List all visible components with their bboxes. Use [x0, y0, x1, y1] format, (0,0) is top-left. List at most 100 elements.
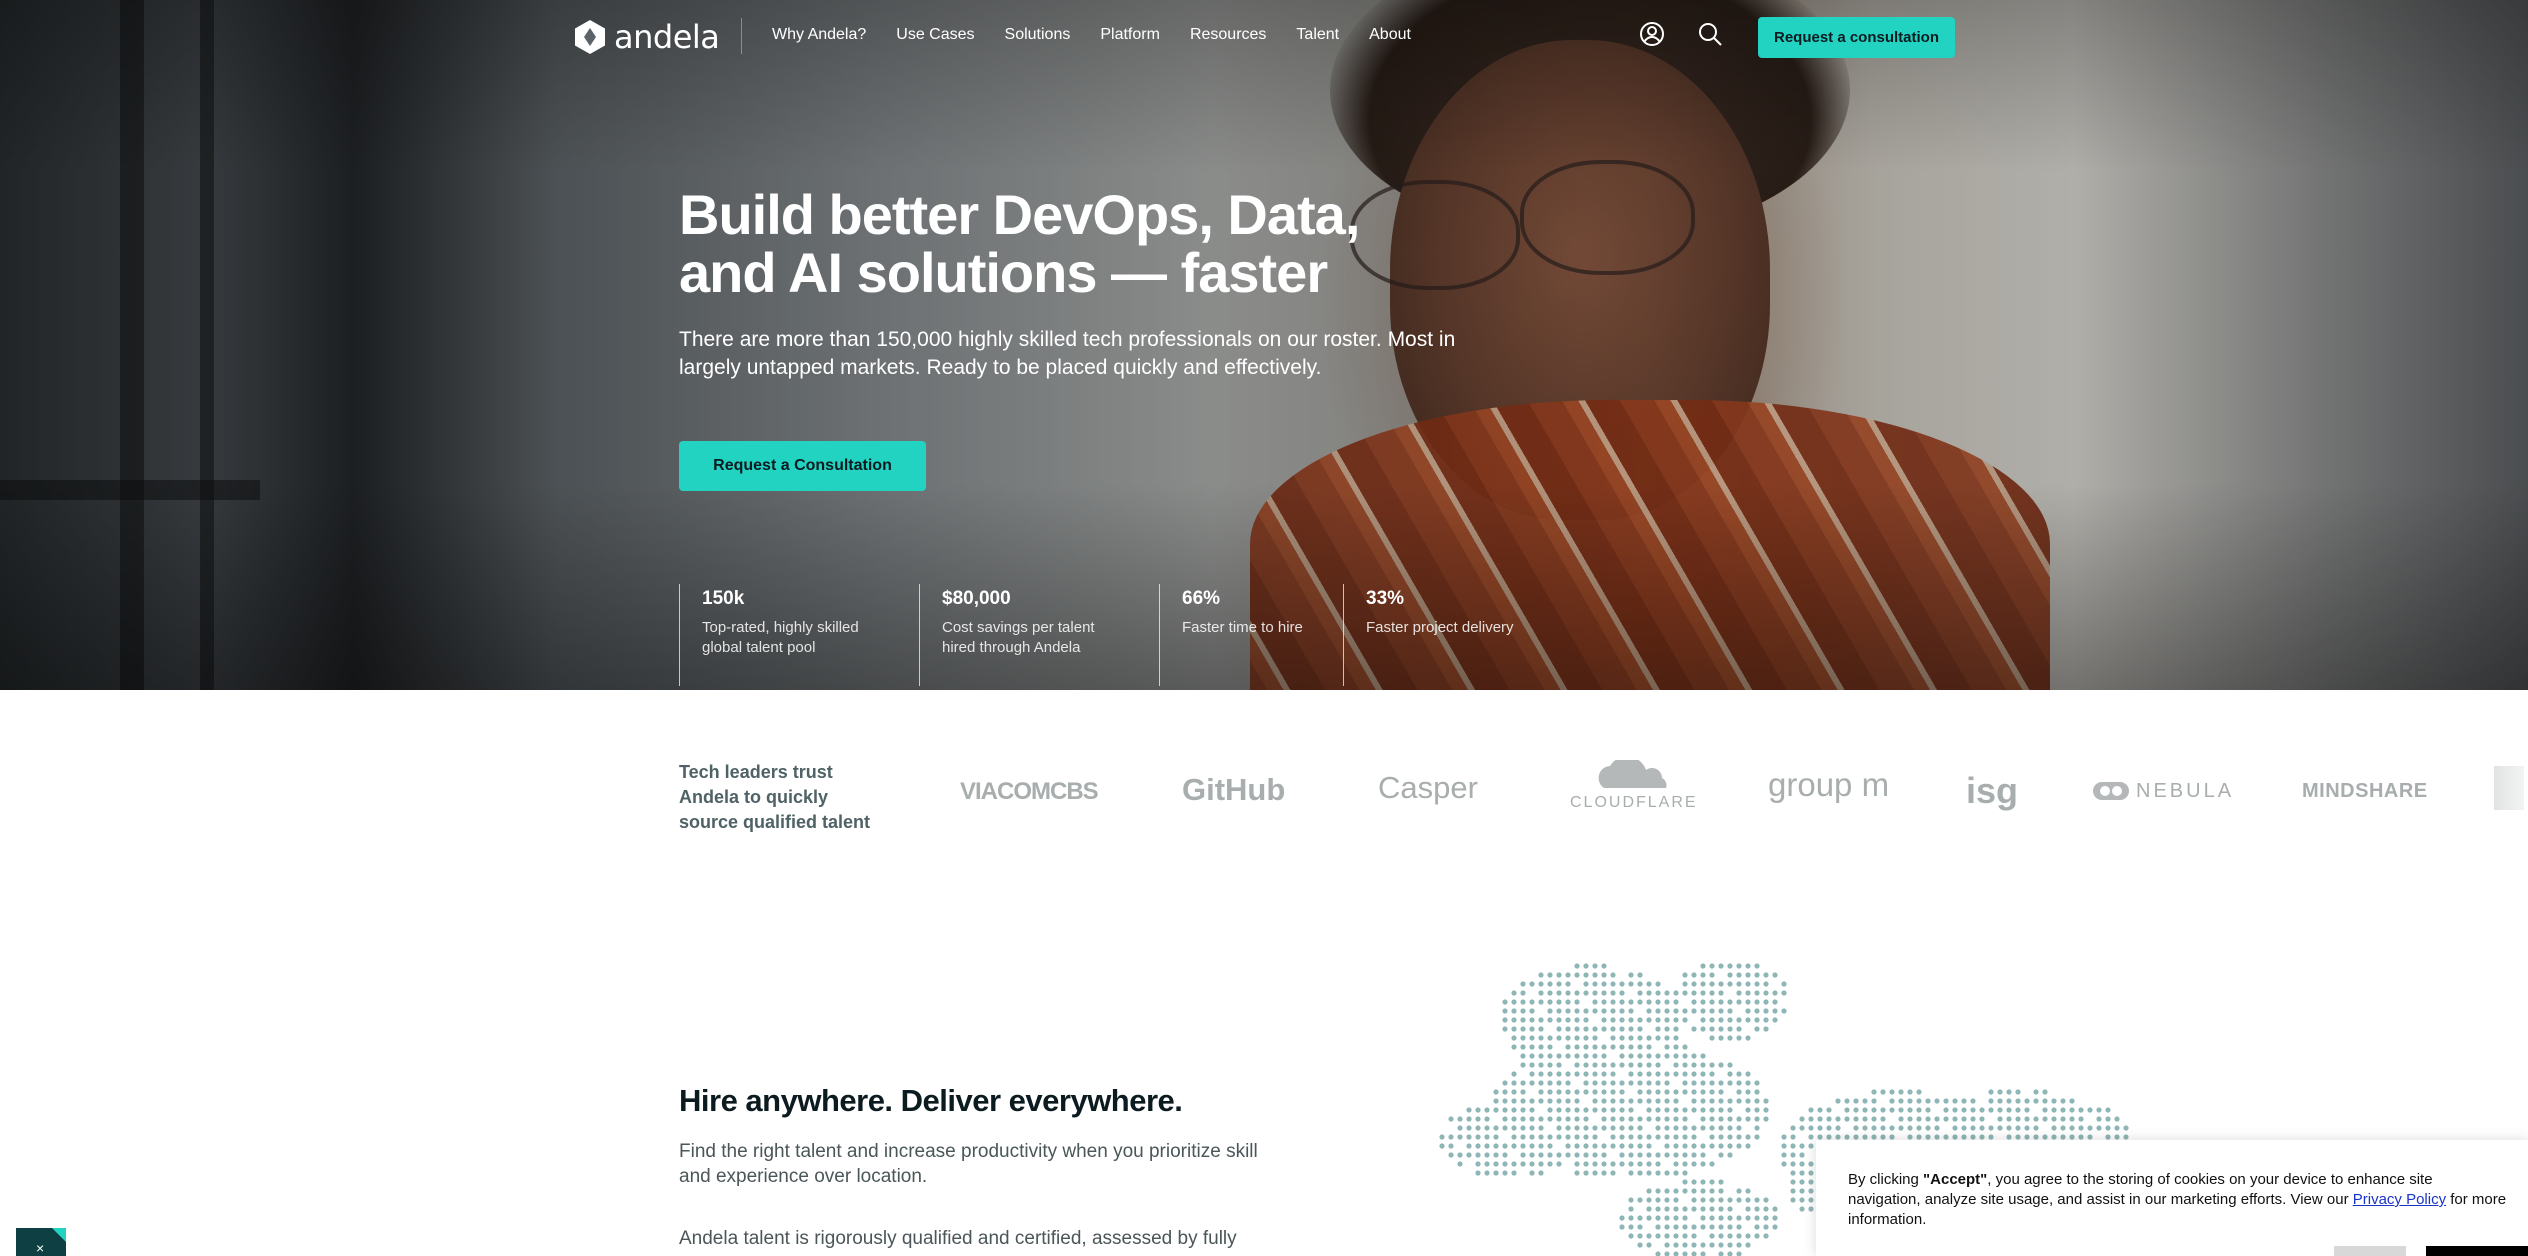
map-dot [1556, 1062, 1562, 1068]
map-dot [1709, 1197, 1715, 1203]
map-dot [1655, 1134, 1661, 1140]
map-dot [1457, 1125, 1463, 1131]
brand-logo-casper: Casper [1378, 770, 1478, 805]
map-dot [2051, 1134, 2057, 1140]
map-dot [1637, 1062, 1643, 1068]
search-icon[interactable] [1696, 20, 1724, 48]
map-dot [1646, 1062, 1652, 1068]
map-dot [1565, 999, 1571, 1005]
map-dot [1484, 1125, 1490, 1131]
map-dot [1538, 1152, 1544, 1158]
map-dot [1583, 1152, 1589, 1158]
map-dot [1592, 972, 1598, 978]
map-dot [1736, 1035, 1742, 1041]
cookie-settings-button[interactable] [2334, 1246, 2406, 1256]
nav-link-about[interactable]: About [1369, 26, 1411, 44]
map-dot [1709, 1107, 1715, 1113]
map-dot [1547, 1062, 1553, 1068]
map-dot [1709, 999, 1715, 1005]
map-dot [1754, 1233, 1760, 1239]
map-dot [1799, 1197, 1805, 1203]
user-circle-icon[interactable] [1638, 20, 1666, 48]
map-dot [1520, 990, 1526, 996]
map-dot [1808, 1170, 1814, 1176]
map-dot [1664, 1017, 1670, 1023]
map-dot [1628, 1035, 1634, 1041]
map-dot [1646, 1107, 1652, 1113]
hero-request-consultation-button[interactable]: Request a Consultation [679, 441, 926, 491]
map-dot [1583, 981, 1589, 987]
map-dot [2123, 1125, 2129, 1131]
map-dot [1952, 1116, 1958, 1122]
map-dot [2006, 1134, 2012, 1140]
map-dot [1763, 1215, 1769, 1221]
map-dot [1754, 1206, 1760, 1212]
map-dot [1745, 963, 1751, 969]
map-dot [2015, 1107, 2021, 1113]
map-dot [1601, 1125, 1607, 1131]
nav-link-solutions[interactable]: Solutions [1005, 26, 1071, 44]
map-dot [1745, 1008, 1751, 1014]
map-dot [1538, 1125, 1544, 1131]
map-dot [1664, 1107, 1670, 1113]
map-dot [1673, 1008, 1679, 1014]
map-dot [1628, 1161, 1634, 1167]
map-dot [1574, 999, 1580, 1005]
map-dot [2024, 1125, 2030, 1131]
map-dot [1853, 1125, 1859, 1131]
map-dot [1511, 1026, 1517, 1032]
privacy-policy-link[interactable]: Privacy Policy [2353, 1191, 2446, 1208]
map-dot [1736, 1089, 1742, 1095]
map-dot [1511, 1116, 1517, 1122]
map-dot [1664, 1215, 1670, 1221]
map-dot [1997, 1107, 2003, 1113]
map-dot [1727, 1233, 1733, 1239]
map-dot [1691, 1224, 1697, 1230]
map-dot [1502, 1125, 1508, 1131]
map-dot [1565, 1143, 1571, 1149]
map-dot [1592, 1053, 1598, 1059]
map-dot [1583, 972, 1589, 978]
map-dot [1601, 1116, 1607, 1122]
map-dot [1709, 1224, 1715, 1230]
map-dot [1502, 1161, 1508, 1167]
map-dot [1709, 1008, 1715, 1014]
map-dot [1844, 1116, 1850, 1122]
map-dot [1727, 1035, 1733, 1041]
nav-link-talent[interactable]: Talent [1296, 26, 1339, 44]
nav-link-why-andela[interactable]: Why Andela? [772, 26, 866, 44]
map-dot [1448, 1143, 1454, 1149]
chat-widget-button[interactable]: × [16, 1228, 66, 1256]
map-dot [1682, 1116, 1688, 1122]
stat-label: Cost savings per talent hired through An… [942, 619, 1095, 656]
map-dot [1574, 972, 1580, 978]
map-dot [1970, 1098, 1976, 1104]
map-dot [1556, 1071, 1562, 1077]
map-dot [1709, 1188, 1715, 1194]
nav-link-resources[interactable]: Resources [1190, 26, 1266, 44]
map-dot [1664, 1251, 1670, 1256]
map-dot [1691, 972, 1697, 978]
cookie-accept-button[interactable] [2426, 1246, 2528, 1256]
map-dot [1664, 1152, 1670, 1158]
map-dot [1997, 1116, 2003, 1122]
map-dot [1826, 1134, 1832, 1140]
nav-link-use-cases[interactable]: Use Cases [896, 26, 974, 44]
map-dot [1583, 1170, 1589, 1176]
request-consultation-button[interactable]: Request a consultation [1758, 17, 1955, 58]
map-dot [1655, 1080, 1661, 1086]
map-dot [1493, 1107, 1499, 1113]
map-dot [1619, 990, 1625, 996]
map-dot [1574, 1098, 1580, 1104]
andela-logo[interactable]: andela [574, 18, 720, 56]
nav-link-platform[interactable]: Platform [1100, 26, 1160, 44]
map-dot [1610, 999, 1616, 1005]
map-dot [1610, 1107, 1616, 1113]
map-dot [1763, 981, 1769, 987]
map-dot [1547, 999, 1553, 1005]
map-dot [1907, 1098, 1913, 1104]
map-dot [1628, 999, 1634, 1005]
map-dot [1574, 1161, 1580, 1167]
hire-section-paragraph: Find the right talent and increase produ… [679, 1141, 1258, 1187]
map-dot [1709, 1233, 1715, 1239]
